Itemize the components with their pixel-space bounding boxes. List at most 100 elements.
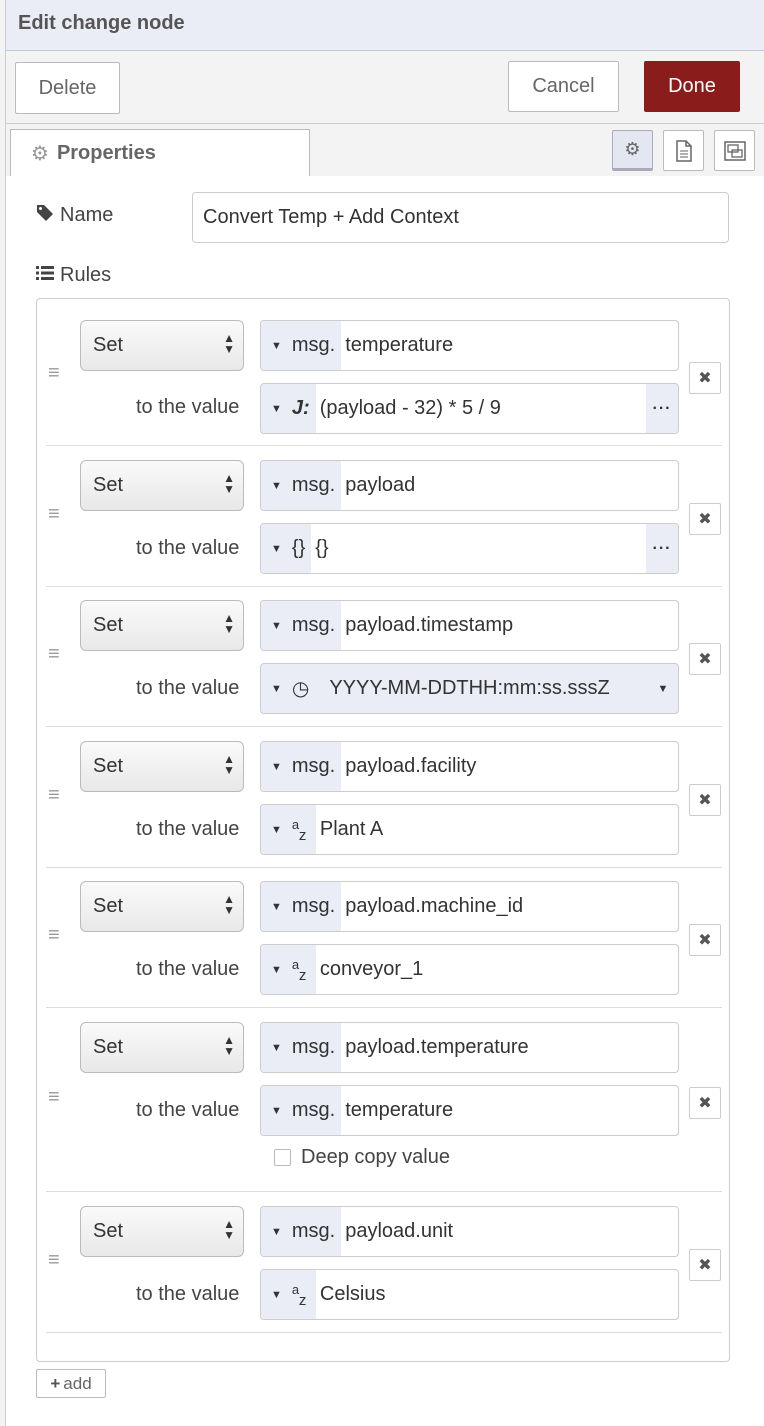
string-icon: az xyxy=(291,1281,307,1309)
remove-rule-button[interactable]: ✖ xyxy=(689,643,721,675)
expand-editor-button[interactable]: ··· xyxy=(646,524,678,573)
target-type-select[interactable]: ▼ msg. xyxy=(261,882,342,931)
expand-editor-button[interactable]: ··· xyxy=(646,384,678,433)
target-type-label: msg. xyxy=(291,755,336,777)
rule-value-input[interactable]: ▼ a z Plant A xyxy=(260,804,679,855)
string-icon: az xyxy=(291,816,307,844)
done-button[interactable]: Done xyxy=(644,61,740,112)
target-type-select[interactable]: ▼ msg. xyxy=(261,1023,342,1072)
rule-action-value: Set xyxy=(93,614,124,636)
rule-value-input[interactable]: ▼ J: (payload - 32) * 5 / 9 ··· xyxy=(260,383,679,434)
node-appearance-tab-button[interactable] xyxy=(714,130,755,171)
rule-target-input[interactable]: ▼ msg. payload xyxy=(260,460,679,511)
to-the-value-label: to the value xyxy=(136,818,240,840)
caret-down-icon[interactable]: ▼ xyxy=(648,664,678,713)
target-type-select[interactable]: ▼ msg. xyxy=(261,461,342,510)
value-text: Celsius xyxy=(319,1283,386,1305)
drag-handle-icon[interactable]: ≡ xyxy=(48,504,66,524)
rule-target-input[interactable]: ▼ msg. payload.timestamp xyxy=(260,600,679,651)
properties-content: Name Convert Temp + Add Context Rules ≡ … xyxy=(6,176,764,1426)
rule-action-select[interactable]: Set ▲ ▼ xyxy=(80,600,244,651)
name-input[interactable]: Convert Temp + Add Context xyxy=(192,192,729,243)
rule-row: ≡ Set ▲ ▼ ▼ msg. payload to the value ▼ {} … xyxy=(46,446,722,587)
drag-handle-icon[interactable]: ≡ xyxy=(48,785,66,805)
drag-handle-icon[interactable]: ≡ xyxy=(48,925,66,945)
rule-target-input[interactable]: ▼ msg. temperature xyxy=(260,320,679,371)
tab-properties[interactable]: ⚙ Properties xyxy=(10,129,310,177)
target-type-select[interactable]: ▼ msg. xyxy=(261,601,342,650)
value-type-select[interactable]: ▼ a z xyxy=(261,805,316,854)
remove-rule-button[interactable]: ✖ xyxy=(689,362,721,394)
target-type-label: msg. xyxy=(291,895,336,917)
value-type-select[interactable]: ▼ msg. xyxy=(261,1086,342,1135)
to-the-value-label: to the value xyxy=(136,1283,240,1305)
tray-title: Edit change node xyxy=(18,12,185,34)
jsonata-icon: J: xyxy=(291,397,310,419)
target-value: payload.timestamp xyxy=(345,614,514,636)
drag-handle-icon[interactable]: ≡ xyxy=(48,1250,66,1270)
target-value: payload xyxy=(345,474,416,496)
remove-rule-button[interactable]: ✖ xyxy=(689,1249,721,1281)
value-type-select[interactable]: ▼ a z xyxy=(261,945,316,994)
rule-target-input[interactable]: ▼ msg. payload.facility xyxy=(260,741,679,792)
value-text: {} xyxy=(315,537,329,559)
value-type-label: msg. xyxy=(291,1099,336,1121)
rule-target-input[interactable]: ▼ msg. payload.machine_id xyxy=(260,881,679,932)
tab-properties-label: Properties xyxy=(56,142,156,164)
deep-copy-checkbox[interactable] xyxy=(274,1149,291,1166)
name-label: Name xyxy=(36,204,113,227)
rule-action-select[interactable]: Set ▲ ▼ xyxy=(80,1022,244,1073)
drag-handle-icon[interactable]: ≡ xyxy=(48,363,66,383)
rule-target-input[interactable]: ▼ msg. payload.unit xyxy=(260,1206,679,1257)
rule-value-input[interactable]: ▼ msg. temperature xyxy=(260,1085,679,1136)
to-the-value-label: to the value xyxy=(136,958,240,980)
rule-row: ≡ Set ▲ ▼ ▼ msg. payload.unit to the value… xyxy=(46,1192,722,1333)
rule-row: ≡ Set ▲ ▼ ▼ msg. temperature to the value … xyxy=(46,299,722,446)
rule-action-value: Set xyxy=(93,895,124,917)
rule-action-select[interactable]: Set ▲ ▼ xyxy=(80,320,244,371)
rule-action-select[interactable]: Set ▲ ▼ xyxy=(80,460,244,511)
rule-value-input[interactable]: ▼ a z Celsius xyxy=(260,1269,679,1320)
value-type-select[interactable]: ▼ J: xyxy=(261,384,316,433)
value-type-select[interactable]: ▼ a z xyxy=(261,1270,316,1319)
cancel-button[interactable]: Cancel xyxy=(508,61,619,112)
remove-rule-button[interactable]: ✖ xyxy=(689,784,721,816)
tray-toolbar: Delete Cancel Done xyxy=(6,52,764,124)
caret-down-icon: ▼ xyxy=(271,823,282,836)
add-rule-button[interactable]: + add xyxy=(36,1369,106,1398)
target-type-label: msg. xyxy=(291,614,336,636)
delete-button[interactable]: Delete xyxy=(15,62,120,114)
rule-action-select[interactable]: Set ▲ ▼ xyxy=(80,881,244,932)
deep-copy-option[interactable]: Deep copy value xyxy=(274,1146,450,1169)
rule-value-input[interactable]: ▼ {} {} ··· xyxy=(260,523,679,574)
rule-value-input[interactable]: ▼ a z conveyor_1 xyxy=(260,944,679,995)
list-icon xyxy=(36,265,54,286)
target-type-select[interactable]: ▼ msg. xyxy=(261,1207,342,1256)
remove-rule-button[interactable]: ✖ xyxy=(689,1087,721,1119)
target-type-select[interactable]: ▼ msg. xyxy=(261,321,342,370)
drag-handle-icon[interactable]: ≡ xyxy=(48,644,66,664)
close-icon: ✖ xyxy=(698,511,712,528)
drag-handle-icon[interactable]: ≡ xyxy=(48,1087,66,1107)
value-type-select[interactable]: ▼ ◷ xyxy=(261,664,315,713)
rule-target-input[interactable]: ▼ msg. payload.temperature xyxy=(260,1022,679,1073)
value-type-select[interactable]: ▼ {} xyxy=(261,524,312,573)
remove-rule-button[interactable]: ✖ xyxy=(689,503,721,535)
caret-down-icon: ▼ xyxy=(271,1288,282,1301)
to-the-value-label: to the value xyxy=(136,396,240,418)
plus-icon: + xyxy=(50,1373,61,1393)
rule-row: ≡ Set ▲ ▼ ▼ msg. payload.machine_id to the… xyxy=(46,868,722,1008)
rule-value-input[interactable]: ▼ ◷ YYYY-MM-DDTHH:mm:ss.sssZ ▼ xyxy=(260,663,679,714)
remove-rule-button[interactable]: ✖ xyxy=(689,924,721,956)
add-rule-label: add xyxy=(63,1373,92,1393)
select-arrows-icon: ▲ ▼ xyxy=(223,1217,235,1242)
rule-action-select[interactable]: Set ▲ ▼ xyxy=(80,741,244,792)
node-description-tab-button[interactable] xyxy=(663,130,704,171)
rule-action-select[interactable]: Set ▲ ▼ xyxy=(80,1206,244,1257)
gear-icon: ⚙ xyxy=(624,139,641,159)
node-settings-tab-button[interactable]: ⚙ xyxy=(612,130,653,171)
close-icon: ✖ xyxy=(698,1257,712,1274)
target-type-select[interactable]: ▼ msg. xyxy=(261,742,342,791)
value-text: YYYY-MM-DDTHH:mm:ss.sssZ xyxy=(329,677,610,699)
value-text: temperature xyxy=(345,1099,454,1121)
